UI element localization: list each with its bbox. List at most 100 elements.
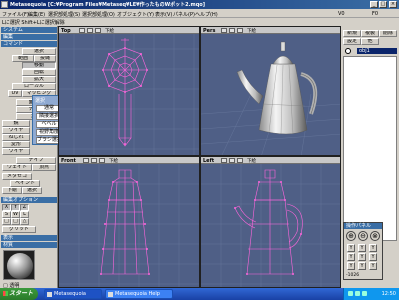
material-preview[interactable] — [3, 250, 35, 280]
zoom-icon[interactable]: ⊖ — [358, 231, 368, 241]
nav-grid-6[interactable]: Y — [369, 253, 377, 261]
material-header[interactable]: 材質 — [1, 242, 57, 248]
navigator-panel: 操作パネル ⊕ ⊖ ⊗ Y Y Y Y Y Y Y Y Y -1026 — [343, 222, 383, 280]
viewport-top[interactable]: Top 下絵 — [58, 26, 200, 156]
system-header[interactable]: システム — [1, 27, 57, 33]
pan-icon[interactable]: ⊕ — [346, 231, 356, 241]
menu-view[interactable]: 表示(V) — [155, 11, 172, 18]
start-button[interactable]: スタート — [0, 288, 38, 300]
viewport-persp-ctrl1[interactable] — [221, 28, 227, 33]
nav-grid-3[interactable]: Y — [369, 244, 377, 252]
viewport-left[interactable]: Left 下絵 — [200, 156, 341, 288]
taskbar-item-label: Metasequoia Help — [115, 291, 160, 297]
rotate-view-icon[interactable]: ⊗ — [370, 231, 380, 241]
wire2-button[interactable]: ワイヤ — [2, 148, 30, 155]
tray-network-icon[interactable] — [348, 291, 353, 296]
option-toggle-3[interactable]: △ — [20, 218, 29, 225]
object-row-obj1[interactable]: obj1 — [357, 48, 397, 54]
display-header[interactable]: 表示 — [1, 235, 57, 241]
maximize-button[interactable]: □ — [379, 1, 387, 8]
knife2-button[interactable]: ナイフ — [16, 157, 56, 164]
viewport-persp-ctrl3[interactable] — [237, 28, 243, 33]
world-toggle[interactable]: W — [11, 211, 20, 218]
option-toggle-2[interactable]: □ — [11, 218, 20, 225]
material-sphere-icon — [7, 253, 33, 279]
taskbar-item-help[interactable]: Metasequoia Help — [105, 289, 173, 299]
viewport-front-ctrl2[interactable] — [91, 158, 97, 163]
nav-grid-4[interactable]: Y — [347, 253, 355, 261]
delete-object-button[interactable]: 削除 — [379, 30, 397, 37]
edit-header[interactable]: 編集 — [1, 34, 57, 40]
system-tray: 12:50 — [343, 288, 399, 300]
axis-x-toggle[interactable]: X — [2, 204, 11, 211]
nav-grid-5[interactable]: Y — [358, 253, 366, 261]
eye-icon[interactable] — [345, 48, 351, 54]
menu-help[interactable]: ヘルプ(H) — [195, 11, 218, 18]
app-icon[interactable] — [1, 1, 8, 8]
object-settings-button[interactable]: 設定 — [343, 38, 361, 45]
viewport-persp-ctrl2[interactable] — [229, 28, 235, 33]
viewport-top-ctrl3[interactable] — [95, 28, 101, 33]
nav-grid-9[interactable]: Y — [369, 262, 377, 270]
taskbar-item-metasequoia[interactable]: Metasequoia — [44, 289, 102, 299]
viewport-perspective[interactable]: Pers 下絵 — [200, 26, 341, 156]
viewport-top-ctrl1[interactable] — [79, 28, 85, 33]
duplicate-object-button[interactable]: 複製 — [361, 30, 379, 37]
menu-object[interactable]: オブジェクト(Y) — [117, 11, 154, 18]
object-list: obj1 — [343, 48, 398, 54]
deselect-button[interactable]: 選択 — [22, 187, 42, 194]
tray-ime-icon[interactable] — [362, 291, 367, 296]
close-button[interactable]: × — [389, 1, 397, 8]
nav-grid-2[interactable]: Y — [358, 244, 366, 252]
grid-snap-button[interactable]: グリッド — [2, 226, 36, 233]
viewport-left-ctrl1[interactable] — [221, 158, 227, 163]
local-button[interactable]: ローカル — [12, 83, 56, 90]
axis-z-toggle[interactable]: Z — [20, 204, 29, 211]
select-button[interactable]: 選択 — [22, 48, 56, 55]
screen-toggle[interactable]: S — [2, 211, 11, 218]
tray-volume-icon[interactable] — [355, 291, 360, 296]
twist-button[interactable]: ねじれ — [2, 134, 30, 141]
menu-select[interactable]: 選択部処理(S) — [48, 11, 80, 18]
axis-y-toggle[interactable]: Y — [11, 204, 20, 211]
weight-button[interactable]: ウェイト — [2, 164, 32, 171]
nav-grid-7[interactable]: Y — [347, 262, 355, 270]
face-gen-button[interactable]: 変形 — [2, 141, 30, 148]
new-object-button[interactable]: 新規 — [343, 30, 361, 37]
mirror-button[interactable]: 鏡 — [2, 120, 30, 127]
uv-button[interactable]: UV — [8, 90, 22, 97]
menu-file[interactable]: ファイル(F) — [2, 11, 29, 18]
metaseq-button[interactable]: メタセコ — [2, 173, 32, 180]
viewport-left-ctrl3[interactable] — [237, 158, 243, 163]
command-header[interactable]: コマンド — [1, 41, 57, 47]
menu-edit[interactable]: 編集(E) — [28, 11, 45, 18]
viewport-front-ctrl3[interactable] — [99, 158, 105, 163]
paint-button[interactable]: ペイント — [10, 180, 40, 187]
underlay-button[interactable]: 下絵 — [2, 187, 22, 194]
edit-option-header[interactable]: 編集オプション — [1, 197, 57, 203]
nav-grid-1[interactable]: Y — [347, 244, 355, 252]
nav-grid-8[interactable]: Y — [358, 262, 366, 270]
minimize-button[interactable]: _ — [370, 1, 378, 8]
start-label: スタート — [9, 290, 34, 297]
option-toggle-1[interactable]: □ — [2, 218, 11, 225]
wire-button[interactable]: ワイヤ — [2, 127, 30, 134]
navigator-title: 操作パネル — [344, 223, 382, 229]
rotate-button[interactable]: 回転 — [22, 69, 56, 76]
viewport-left-ctrl2[interactable] — [229, 158, 235, 163]
move-button[interactable]: 移動 — [22, 62, 56, 69]
scale-button[interactable]: 拡大 — [22, 76, 56, 83]
title-bar: Metasequoia [C:¥Program Files¥Metaseq¥LE… — [0, 0, 399, 9]
status-hint: Lに選択 Shift+Lに選択解除 — [2, 20, 65, 26]
menu-panel[interactable]: パネル(P) — [173, 11, 195, 18]
toolbar: Lに選択 Shift+Lに選択解除 — [0, 18, 399, 26]
vertex-obj-button[interactable]: 頂点 — [32, 164, 56, 171]
viewport-front[interactable]: Front 下絵 — [58, 156, 200, 288]
local-toggle[interactable]: L — [20, 211, 29, 218]
menu-process[interactable]: 選択部処理(O) — [82, 11, 115, 18]
rope-button[interactable]: 投縄 — [34, 55, 56, 62]
viewport-top-ctrl2[interactable] — [87, 28, 93, 33]
viewport-front-ctrl1[interactable] — [83, 158, 89, 163]
range-button[interactable]: 範囲 — [12, 55, 34, 62]
object-other-button[interactable]: 他 — [361, 38, 379, 45]
